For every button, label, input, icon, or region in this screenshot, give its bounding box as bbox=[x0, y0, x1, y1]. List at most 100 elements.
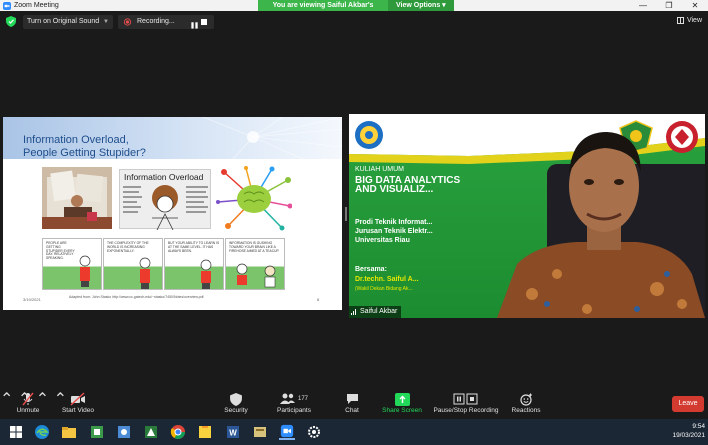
dilbert-figure bbox=[139, 257, 151, 289]
svg-text:W: W bbox=[229, 429, 237, 438]
participants-count: 177 bbox=[297, 396, 308, 402]
prodi-line-1: Prodi Teknik Informat... bbox=[355, 219, 433, 226]
zoom-logo-icon bbox=[3, 1, 11, 10]
slide-page-number: 8 bbox=[317, 297, 320, 302]
app-icon[interactable] bbox=[116, 424, 132, 440]
comic-caption: BUT YOUR ABILITY TO LEARN IS AT THE SAME… bbox=[168, 241, 220, 253]
participant-name: Saiful Akbar bbox=[360, 308, 398, 315]
chevron-down-icon[interactable]: ▼ bbox=[103, 15, 109, 29]
kuliah-umum-label: KULIAH UMUM bbox=[355, 166, 405, 173]
security-button[interactable]: Security bbox=[220, 391, 252, 414]
chat-button[interactable]: Chat bbox=[340, 391, 364, 414]
view-label: View bbox=[686, 17, 702, 24]
chat-icon bbox=[346, 394, 358, 404]
leave-button[interactable]: Leave bbox=[672, 396, 704, 412]
reactions-label: Reactions bbox=[511, 407, 541, 414]
maximize-button[interactable]: ❐ bbox=[656, 0, 682, 11]
meeting-top-bar: Turn on Original Sound ▼ Recording... ❚❚… bbox=[0, 11, 708, 33]
view-options-label: View Options bbox=[396, 2, 441, 9]
viewing-banner-text: You are viewing Saiful Akbar's screen bbox=[258, 0, 388, 20]
pause-stop-label: Pause/Stop Recording bbox=[433, 407, 499, 414]
participants-label: Participants bbox=[277, 407, 311, 414]
original-sound-button[interactable]: Turn on Original Sound ▼ bbox=[23, 15, 113, 29]
shield-icon[interactable] bbox=[6, 16, 16, 27]
signal-icon bbox=[351, 309, 356, 315]
speaker-role: (Wakil Dekan Bidang Ak... bbox=[355, 286, 413, 292]
speaker-name: Dr.techn. Saiful A... bbox=[355, 276, 419, 283]
minimize-button[interactable]: — bbox=[630, 0, 656, 11]
microphone-muted-icon bbox=[22, 392, 34, 406]
meeting-toolbar: Unmute ⌃ Start Video ⌃ Security 177 Part… bbox=[0, 389, 708, 419]
smiley-plus-icon bbox=[519, 393, 532, 406]
video-off-icon bbox=[70, 392, 85, 406]
clock-date: 19/03/2021 bbox=[672, 432, 705, 439]
brain-network-image bbox=[216, 166, 292, 231]
slide-header: Information Overload, People Getting Stu… bbox=[3, 117, 342, 159]
app-icon[interactable] bbox=[252, 424, 268, 440]
prodi-line-3: Universitas Riau bbox=[355, 237, 410, 244]
dilbert-figure bbox=[79, 255, 91, 287]
split-view-divider[interactable] bbox=[345, 207, 347, 221]
shared-screen[interactable]: Information Overload, People Getting Stu… bbox=[3, 117, 342, 310]
unmute-button[interactable]: Unmute bbox=[10, 391, 46, 414]
slide-title-line-2: People Getting Stupider? bbox=[23, 147, 146, 159]
original-sound-label: Turn on Original Sound bbox=[27, 18, 100, 25]
dilbert-figure bbox=[200, 259, 212, 289]
view-button[interactable]: View bbox=[676, 17, 702, 24]
viewing-banner: You are viewing Saiful Akbar's screen Vi… bbox=[258, 0, 454, 20]
speaker-video[interactable]: KULIAH UMUM BIG DATA ANALYTICS AND VISUA… bbox=[349, 114, 705, 318]
word-icon[interactable]: W bbox=[225, 424, 241, 440]
comic-panel: THE COMPLEXITY OF THE WORLD IS INCREASIN… bbox=[103, 238, 163, 290]
security-label: Security bbox=[224, 407, 248, 414]
view-options-button[interactable]: View Options ▾ bbox=[388, 0, 454, 11]
windows-taskbar: W 9:54 19/03/2021 bbox=[0, 419, 708, 445]
share-screen-icon bbox=[394, 392, 410, 406]
slide-title-line-1: Information Overload, bbox=[23, 134, 129, 146]
slide-date: 3/19/2021 bbox=[23, 297, 41, 302]
close-button[interactable]: ✕ bbox=[682, 0, 708, 11]
windows-start-icon[interactable] bbox=[8, 424, 24, 440]
information-overload-image: Information Overload bbox=[119, 169, 211, 231]
recording-icon bbox=[123, 18, 132, 26]
taskbar-clock[interactable]: 9:54 19/03/2021 bbox=[672, 422, 705, 440]
settings-gear-icon[interactable] bbox=[306, 424, 322, 440]
chrome-icon[interactable] bbox=[170, 424, 186, 440]
prodi-line-2: Jurusan Teknik Elektr... bbox=[355, 228, 433, 235]
speaker-person bbox=[497, 132, 705, 318]
zoom-taskbar-icon[interactable] bbox=[279, 424, 295, 440]
kemdikbud-logo-icon bbox=[355, 121, 383, 149]
comic-panel: PEOPLE ARE GETTING STUPIDER EVERY DAY. R… bbox=[42, 238, 102, 290]
paper-pile-image bbox=[42, 167, 112, 229]
start-video-label: Start Video bbox=[61, 407, 95, 414]
window-controls: — ❐ ✕ bbox=[630, 0, 708, 11]
comic-panel: INFORMATION IS GUSHING TOWARD YOUR BRAIN… bbox=[225, 238, 285, 290]
participants-button[interactable]: 177 Participants bbox=[274, 391, 314, 414]
share-screen-button[interactable]: Share Screen bbox=[380, 391, 424, 414]
bersama-label: Bersama: bbox=[355, 266, 387, 273]
pause-stop-icon bbox=[453, 393, 478, 405]
grid-icon bbox=[676, 17, 684, 24]
file-explorer-icon[interactable] bbox=[61, 424, 77, 440]
pause-stop-recording-button[interactable]: Pause/Stop Recording bbox=[432, 391, 500, 414]
participant-name-tag: Saiful Akbar bbox=[349, 306, 402, 318]
overload-image-caption: Information Overload bbox=[124, 172, 204, 182]
comic-caption: INFORMATION IS GUSHING TOWARD YOUR BRAIN… bbox=[229, 241, 280, 253]
window-title: Zoom Meeting bbox=[14, 2, 59, 9]
chevron-down-icon: ▾ bbox=[442, 2, 446, 9]
start-video-button[interactable]: Start Video bbox=[58, 391, 98, 414]
app-icon[interactable] bbox=[143, 424, 159, 440]
slide-source-text: Adapted from: John Stasko http://www.cc.… bbox=[69, 295, 204, 299]
chat-label: Chat bbox=[345, 407, 359, 414]
share-screen-label: Share Screen bbox=[382, 407, 422, 414]
reactions-button[interactable]: Reactions bbox=[510, 391, 542, 414]
pause-icon[interactable]: ❚❚ bbox=[190, 19, 199, 33]
participants-icon bbox=[279, 393, 295, 404]
unmute-label: Unmute bbox=[16, 407, 40, 414]
recording-label: Recording... bbox=[137, 18, 175, 25]
lecture-title-line-2: AND VISUALIZ... bbox=[355, 184, 434, 195]
edge-browser-icon[interactable] bbox=[34, 424, 50, 440]
sticky-notes-icon[interactable] bbox=[197, 424, 213, 440]
app-icon[interactable] bbox=[89, 424, 105, 440]
clock-time: 9:54 bbox=[692, 423, 705, 430]
stop-icon[interactable] bbox=[201, 19, 207, 25]
